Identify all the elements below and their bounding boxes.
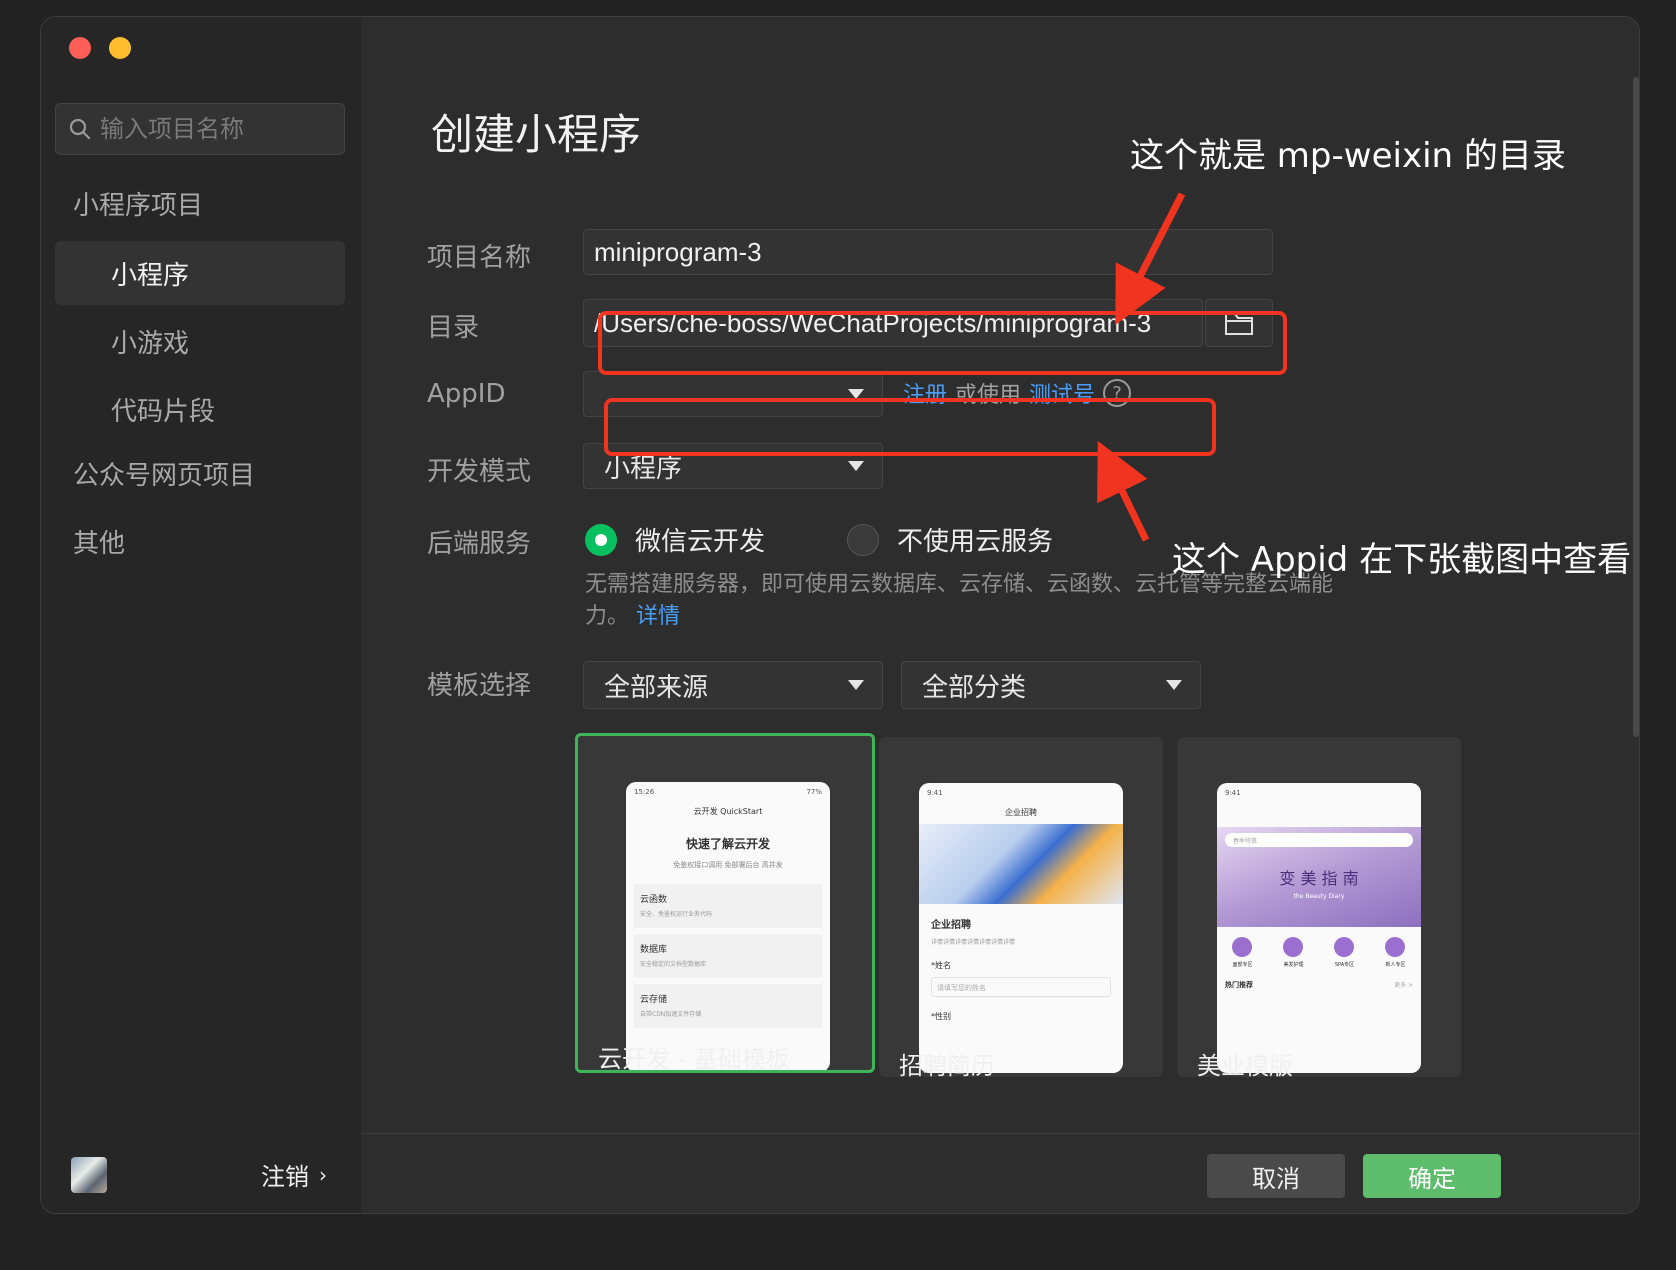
cancel-button[interactable]: 取消 [1207, 1154, 1345, 1198]
project-search[interactable] [55, 103, 345, 155]
list-item: 云函数 安全、免鉴权运行业务代码 [634, 884, 822, 928]
close-window-button[interactable] [69, 37, 91, 59]
phone-heading: 企业招聘 [931, 920, 971, 931]
annotation-appid: 这个 Appid 在下张截图中查看 [1172, 540, 1632, 580]
phone-time: 9:41 [1225, 789, 1241, 797]
template-name: 招聘简历 [899, 1052, 995, 1077]
phone-subtitle: 免鉴权接口调用 免部署后台 高并发 [673, 861, 783, 869]
beauty-template-preview: 9:41 春季特惠 变 美 指 南 the Beauty Diary 面部专区 … [1217, 783, 1421, 1073]
row-desc: 安全稳定的文档型数据库 [640, 961, 707, 968]
radio-selected-icon[interactable] [585, 523, 617, 556]
template-source-value: 全部来源 [604, 672, 709, 703]
chevron-down-icon [848, 680, 864, 690]
logout-button[interactable]: 注销 › [261, 1157, 327, 1192]
sidebar-item-minigame[interactable]: 小游戏 [55, 309, 345, 373]
sidebar-item-miniprogram[interactable]: 小程序 [55, 241, 345, 305]
directory-label: 目录 [427, 313, 480, 343]
row-desc: 安全、免鉴权运行业务代码 [640, 911, 713, 918]
search-input[interactable] [100, 115, 340, 143]
template-category-select[interactable]: 全部分类 [901, 661, 1201, 709]
phone-time: 15:26 [634, 788, 655, 796]
category-icon [1385, 937, 1406, 957]
backend-desc-line2: 力。 [585, 604, 630, 629]
template-category-value: 全部分类 [922, 672, 1027, 703]
category-icons: 面部专区 美发护理 SPA专区 新人专区 [1217, 937, 1421, 968]
dev-mode-label: 开发模式 [427, 457, 532, 487]
logout-label: 注销 [261, 1163, 309, 1191]
phone-heading: 变 美 指 南 [1279, 869, 1359, 888]
appid-highlight-box [604, 398, 1216, 456]
phone-title: 企业招聘 [1005, 808, 1037, 817]
backend-option-none[interactable]: 不使用云服务 [847, 521, 1053, 558]
project-name-input[interactable] [594, 236, 1272, 268]
details-link[interactable]: 详情 [636, 604, 680, 629]
template-card-cloud[interactable]: 15:26 77% 云开发 QuickStart 快速了解云开发 免鉴权接口调用… [575, 733, 875, 1073]
directory-highlight-box [598, 311, 1287, 375]
list-item: 数据库 安全稳定的文档型数据库 [634, 934, 822, 978]
icon-label: 新人专区 [1385, 962, 1406, 968]
backend-none-label: 不使用云服务 [897, 527, 1054, 557]
appid-label: AppID [427, 379, 506, 409]
sidebar: 小程序项目 小程序 小游戏 代码片段 公众号网页项目 其他 注销 › [41, 17, 361, 1213]
category-icon [1283, 937, 1304, 957]
phone-search: 春季特惠 [1225, 833, 1413, 847]
nav-group-official-account[interactable]: 公众号网页项目 [73, 455, 255, 492]
chevron-down-icon [1166, 680, 1182, 690]
avatar[interactable] [71, 1157, 107, 1193]
icon-label: 面部专区 [1232, 962, 1253, 968]
nav-group-other[interactable]: 其他 [73, 523, 125, 560]
list-item: 云存储 自带CDN加速文件存储 [634, 984, 822, 1028]
backend-cloud-label: 微信云开发 [635, 527, 766, 557]
template-label: 模板选择 [427, 671, 532, 701]
radio-unselected-icon[interactable] [847, 523, 879, 556]
field-label: *姓名 [931, 961, 951, 970]
template-source-select[interactable]: 全部来源 [583, 661, 883, 709]
annotation-directory: 这个就是 mp-weixin 的目录 [1130, 136, 1566, 176]
create-project-window: 小程序项目 小程序 小游戏 代码片段 公众号网页项目 其他 注销 › 创建小程序… [40, 16, 1640, 1214]
backend-label: 后端服务 [427, 529, 532, 559]
phone-time: 9:41 [927, 789, 943, 797]
phone-subtitle: 详情详情详情详情详情详情详情 [931, 939, 1016, 946]
main-panel: 创建小程序 项目名称 目录 AppID 注册 或使用 测试号 ? [361, 17, 1639, 1213]
scrollbar[interactable] [1633, 77, 1639, 737]
row-name: 数据库 [640, 945, 668, 955]
template-card-recruit[interactable]: 9:41 企业招聘 企业招聘 详情详情详情详情详情详情详情 *姓名 请填写您的姓… [879, 737, 1163, 1077]
phone-heading: 快速了解云开发 [685, 837, 770, 851]
beauty-banner: 春季特惠 变 美 指 南 the Beauty Diary [1217, 827, 1421, 927]
search-icon [69, 118, 91, 140]
footer: 取消 确定 [361, 1133, 1639, 1213]
template-card-beauty[interactable]: 9:41 春季特惠 变 美 指 南 the Beauty Diary 面部专区 … [1177, 737, 1461, 1077]
template-name: 美业模版 [1197, 1052, 1293, 1077]
cloud-template-preview: 15:26 77% 云开发 QuickStart 快速了解云开发 免鉴权接口调用… [626, 782, 830, 1070]
icon-label: SPA专区 [1334, 962, 1355, 968]
minimize-window-button[interactable] [109, 37, 131, 59]
banner-illustration [919, 824, 1123, 904]
more-link: 更多 > [1394, 982, 1413, 989]
page-title: 创建小程序 [431, 110, 642, 159]
template-name: 云开发 - 基础模板 [598, 1045, 790, 1073]
category-icon [1232, 937, 1253, 957]
sidebar-item-code-snippet[interactable]: 代码片段 [55, 377, 345, 441]
section-title: 热门推荐 [1225, 981, 1253, 989]
nav-group-miniprogram[interactable]: 小程序项目 [73, 185, 203, 222]
row-name: 云存储 [640, 995, 668, 1005]
chevron-down-icon [848, 461, 864, 471]
field-placeholder: 请填写您的姓名 [931, 977, 1111, 997]
field-label: *性别 [931, 1012, 951, 1021]
project-name-label: 项目名称 [427, 243, 532, 273]
confirm-button[interactable]: 确定 [1363, 1154, 1501, 1198]
phone-subtitle: the Beauty Diary [1293, 893, 1345, 900]
phone-battery: 77% [806, 788, 822, 796]
backend-option-cloud[interactable]: 微信云开发 [585, 521, 765, 558]
chevron-right-icon: › [319, 1162, 327, 1187]
recruit-template-preview: 9:41 企业招聘 企业招聘 详情详情详情详情详情详情详情 *姓名 请填写您的姓… [919, 783, 1123, 1073]
row-desc: 自带CDN加速文件存储 [640, 1011, 702, 1018]
row-name: 云函数 [640, 895, 668, 905]
icon-label: 美发护理 [1283, 962, 1304, 968]
category-icon [1334, 937, 1355, 957]
project-name-field[interactable] [583, 229, 1273, 275]
phone-title: 云开发 QuickStart [693, 807, 763, 816]
